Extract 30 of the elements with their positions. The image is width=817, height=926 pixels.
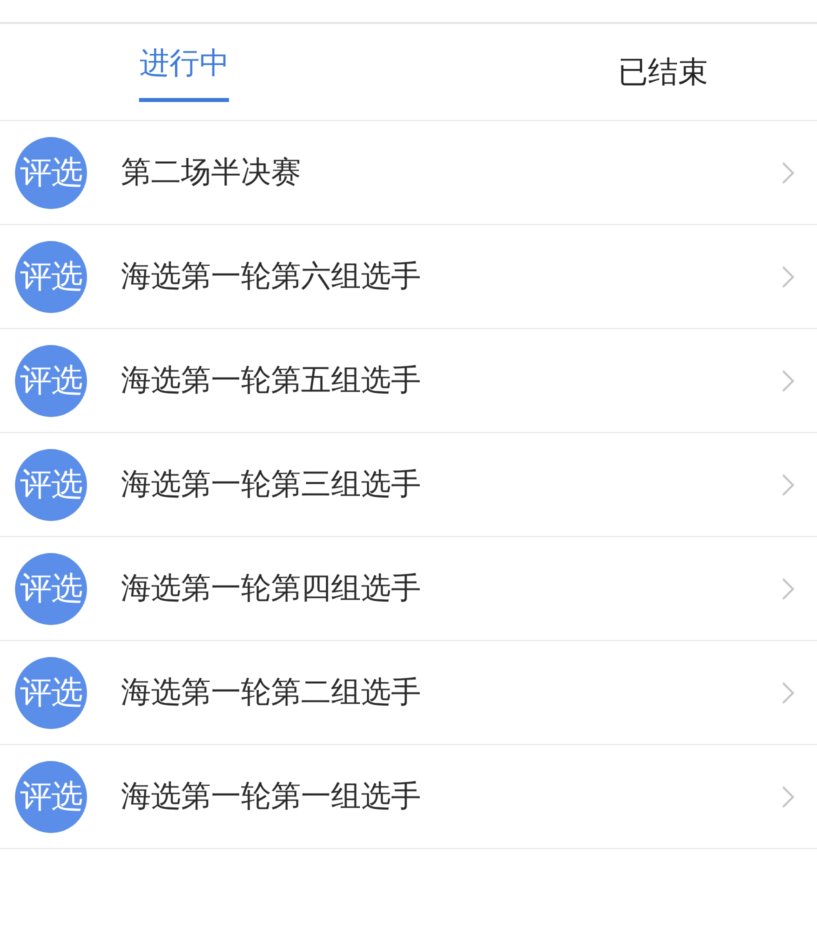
list-item[interactable]: 评选 海选第一轮第一组选手 bbox=[0, 745, 817, 849]
tab[interactable]: 已结束 bbox=[618, 24, 708, 120]
tab[interactable]: 进行中 bbox=[139, 24, 230, 102]
chevron-right-icon bbox=[781, 264, 795, 288]
item-title: 第二场半决赛 bbox=[121, 154, 302, 192]
item-title: 海选第一轮第一组选手 bbox=[121, 778, 422, 816]
category-badge: 评选 bbox=[15, 760, 87, 832]
category-badge: 评选 bbox=[15, 656, 87, 728]
chevron-right-icon bbox=[781, 784, 795, 808]
category-badge: 评选 bbox=[15, 136, 87, 208]
list-item[interactable]: 评选 海选第一轮第六组选手 bbox=[0, 225, 817, 329]
list-item[interactable]: 评选 海选第一轮第五组选手 bbox=[0, 329, 817, 433]
list-item[interactable]: 评选 海选第一轮第四组选手 bbox=[0, 537, 817, 641]
chevron-right-icon bbox=[781, 472, 795, 496]
chevron-right-icon bbox=[781, 576, 795, 600]
chevron-right-icon bbox=[781, 680, 795, 704]
category-badge: 评选 bbox=[15, 448, 87, 520]
item-title: 海选第一轮第二组选手 bbox=[121, 674, 422, 712]
list-item[interactable]: 评选 海选第一轮第三组选手 bbox=[0, 433, 817, 537]
list-item[interactable]: 评选 海选第一轮第二组选手 bbox=[0, 641, 817, 745]
item-title: 海选第一轮第三组选手 bbox=[121, 466, 422, 504]
list-item[interactable]: 评选 第二场半决赛 bbox=[0, 121, 817, 225]
category-badge: 评选 bbox=[15, 552, 87, 624]
chevron-right-icon bbox=[781, 368, 795, 392]
item-title: 海选第一轮第六组选手 bbox=[121, 258, 422, 296]
category-badge: 评选 bbox=[15, 240, 87, 312]
category-badge: 评选 bbox=[15, 344, 87, 416]
item-title: 海选第一轮第五组选手 bbox=[121, 362, 422, 400]
chevron-right-icon bbox=[781, 160, 795, 184]
item-title: 海选第一轮第四组选手 bbox=[121, 570, 422, 608]
